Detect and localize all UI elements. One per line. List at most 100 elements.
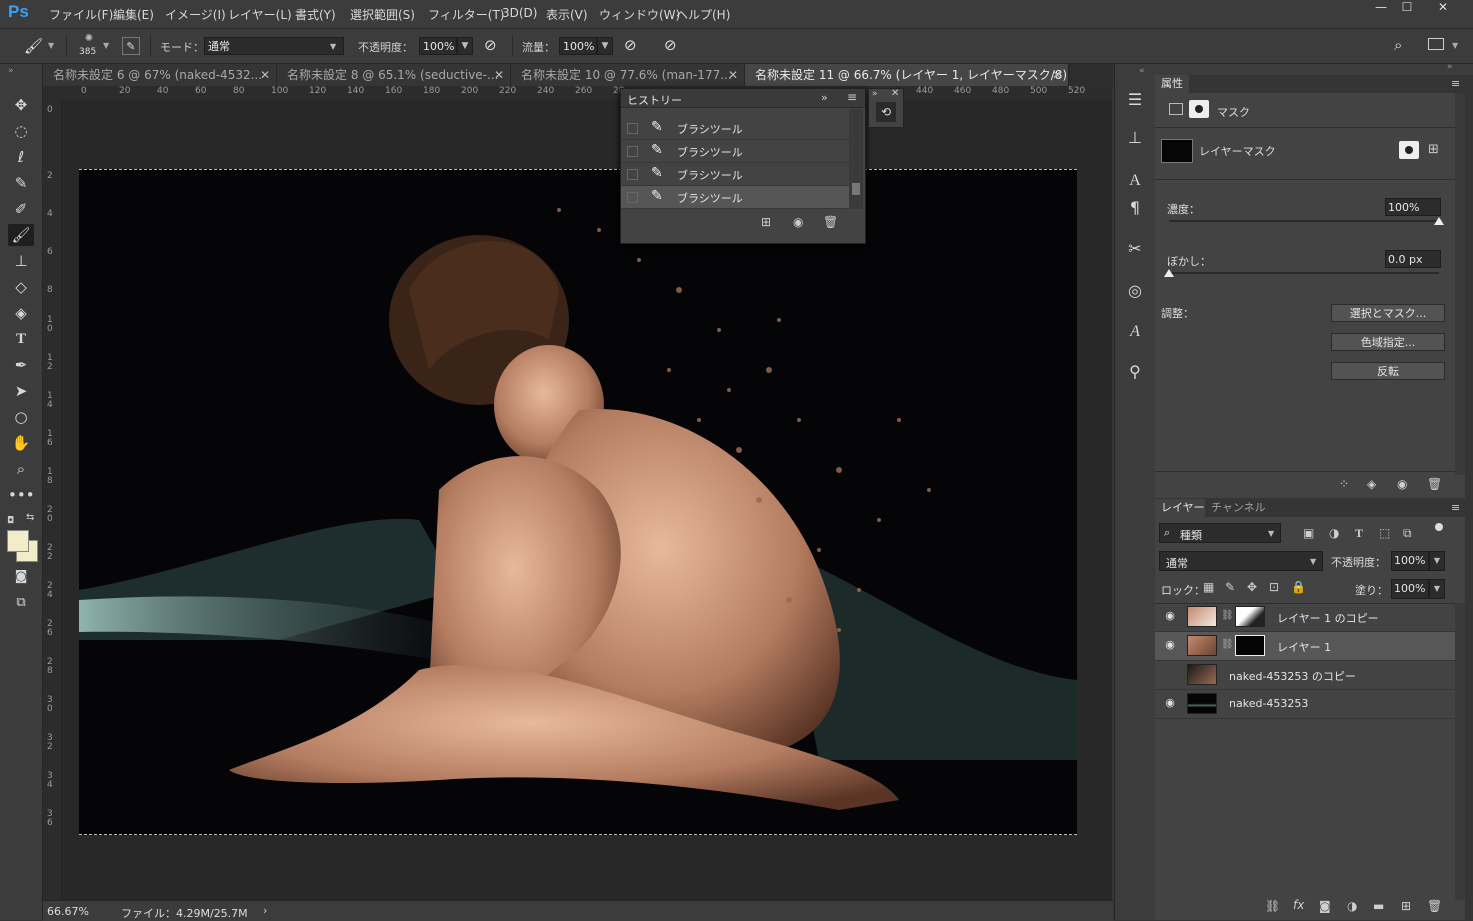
brush-tool-icon[interactable]: 🖌 bbox=[8, 224, 34, 246]
link-icon[interactable]: ⛓ bbox=[1221, 639, 1234, 650]
apply-mask-icon[interactable]: ◈ bbox=[1367, 477, 1376, 491]
filter-toggle-icon[interactable] bbox=[1435, 523, 1443, 531]
collapse-icon[interactable]: » bbox=[8, 66, 14, 76]
tab-doc-8[interactable]: 名称未設定 8 @ 65.1% (seductive-... ✕ bbox=[277, 64, 511, 86]
glyphs-icon[interactable]: A bbox=[1123, 320, 1147, 344]
close-icon[interactable]: ✕ bbox=[728, 64, 738, 86]
vector-mask-add-icon[interactable]: ⊞ bbox=[1428, 142, 1439, 157]
layer-mask-toggle-icon[interactable] bbox=[1189, 100, 1209, 118]
filter-adjustment-icon[interactable]: ◑ bbox=[1329, 526, 1339, 540]
layer-filter-select[interactable]: ⌕ 種類 ▼ bbox=[1159, 523, 1281, 543]
panel-menu-icon[interactable]: ≡ bbox=[847, 90, 857, 104]
pixel-mask-icon[interactable] bbox=[1169, 103, 1183, 115]
layer-row[interactable]: naked-453253 のコピー bbox=[1155, 661, 1455, 690]
pressure-opacity-icon[interactable]: ⊘ bbox=[484, 36, 497, 54]
opacity-dropdown[interactable]: ▼ bbox=[457, 37, 473, 55]
tab-doc-10[interactable]: 名称未設定 10 @ 77.6% (man-177... ✕ bbox=[511, 64, 745, 86]
snapshot-checkbox[interactable] bbox=[627, 146, 638, 157]
tab-properties[interactable]: 属性 bbox=[1155, 75, 1189, 93]
visibility-eye-icon[interactable]: ◉ bbox=[1163, 609, 1177, 623]
load-selection-icon[interactable]: ⁘ bbox=[1339, 477, 1349, 491]
brush-preset-dropdown-icon[interactable]: ▼ bbox=[103, 41, 109, 50]
trash-icon[interactable]: 🗑 bbox=[1427, 477, 1442, 491]
path-select-tool-icon[interactable]: ➤ bbox=[8, 380, 34, 402]
swap-colors-icon[interactable]: ⇆ bbox=[26, 512, 34, 523]
folder-icon[interactable]: ▬ bbox=[1373, 899, 1384, 913]
visibility-eye-icon[interactable]: ◉ bbox=[1163, 696, 1177, 710]
history-scrollbar[interactable] bbox=[849, 109, 863, 209]
link-layers-icon[interactable]: ⛓ bbox=[1265, 899, 1280, 913]
density-slider-thumb[interactable] bbox=[1434, 217, 1444, 225]
feather-field[interactable]: 0.0 px bbox=[1385, 250, 1441, 268]
close-icon[interactable]: ✕ bbox=[1052, 64, 1062, 86]
chevron-down-icon[interactable]: ▼ bbox=[48, 41, 54, 50]
menu-window[interactable]: ウィンドウ(W) bbox=[599, 6, 680, 23]
eraser-tool-icon[interactable]: ◇ bbox=[8, 276, 34, 298]
layer-opacity-dropdown[interactable]: ▼ bbox=[1429, 551, 1445, 571]
flow-dropdown[interactable]: ▼ bbox=[597, 37, 613, 55]
layer-mask-apply-icon[interactable] bbox=[1399, 141, 1419, 159]
panel-menu-icon[interactable]: ≡ bbox=[1451, 77, 1460, 90]
mode-select[interactable]: 通常 bbox=[204, 37, 344, 55]
menu-filter[interactable]: フィルター(T) bbox=[428, 6, 504, 23]
visibility-eye-icon[interactable]: ◉ bbox=[1397, 477, 1407, 491]
collapse-icon[interactable]: » bbox=[821, 91, 828, 104]
eyedropper-tool-icon[interactable]: ✐ bbox=[8, 198, 34, 220]
lasso-tool-icon[interactable]: ℓ bbox=[8, 146, 34, 168]
more-tools-icon[interactable]: ••• bbox=[8, 484, 35, 506]
mask-thumbnail[interactable] bbox=[1235, 635, 1265, 656]
brush-panel-toggle-icon[interactable]: ✎ bbox=[122, 37, 140, 55]
character-icon[interactable]: A bbox=[1123, 169, 1147, 193]
stamp-tool-icon[interactable]: ⊥ bbox=[8, 250, 34, 272]
flow-field[interactable]: 100% bbox=[559, 37, 597, 55]
chevron-right-icon[interactable]: › bbox=[263, 904, 267, 917]
vertical-ruler[interactable]: 0 2 4 6 8 1 0 1 2 1 4 1 6 1 8 2 0 2 2 2 … bbox=[43, 100, 62, 900]
collapse-icon[interactable]: « bbox=[1139, 66, 1145, 76]
fill-field[interactable]: 100% bbox=[1391, 579, 1429, 599]
close-icon[interactable]: ✕ bbox=[494, 64, 504, 86]
feather-slider-thumb[interactable] bbox=[1164, 269, 1174, 277]
snapshot-checkbox[interactable] bbox=[627, 192, 638, 203]
filter-shape-icon[interactable]: ⬚ bbox=[1379, 526, 1390, 540]
feather-slider[interactable] bbox=[1164, 269, 1439, 277]
camera-icon[interactable]: ◉ bbox=[793, 215, 803, 229]
screen-mode-icon[interactable]: ⧉ bbox=[8, 592, 34, 614]
properties-scrollbar[interactable] bbox=[1455, 93, 1465, 475]
layer-row[interactable]: ◉ naked-453253 bbox=[1155, 690, 1455, 719]
collapse-icon[interactable]: » bbox=[1447, 62, 1453, 72]
mask-thumbnail[interactable] bbox=[1235, 606, 1265, 627]
select-and-mask-button[interactable]: 選択とマスク... bbox=[1331, 304, 1445, 322]
paragraph-icon[interactable]: ¶ bbox=[1123, 196, 1147, 220]
fx-icon[interactable]: fx bbox=[1293, 898, 1304, 912]
menu-layer[interactable]: レイヤー(L) bbox=[228, 6, 292, 23]
history-step[interactable]: ✎ ブラシツール bbox=[621, 140, 849, 163]
maximize-button[interactable]: ☐ bbox=[1392, 0, 1422, 16]
tab-channels[interactable]: チャンネル bbox=[1205, 499, 1272, 517]
density-slider[interactable] bbox=[1169, 217, 1444, 225]
adjustments-icon[interactable]: ☰ bbox=[1123, 88, 1147, 112]
history-step[interactable]: ✎ ブラシツール bbox=[621, 163, 849, 186]
close-window-button[interactable]: ✕ bbox=[1428, 0, 1458, 16]
document-canvas[interactable] bbox=[79, 169, 1077, 835]
quick-mask-icon[interactable]: ◙ bbox=[8, 566, 34, 588]
new-document-icon[interactable]: ⊞ bbox=[761, 215, 771, 229]
libraries-icon[interactable]: ◎ bbox=[1123, 279, 1147, 303]
menu-image[interactable]: イメージ(I) bbox=[165, 6, 226, 23]
quick-select-tool-icon[interactable]: ✎ bbox=[8, 172, 34, 194]
lock-transparent-icon[interactable]: ▦ bbox=[1203, 580, 1214, 594]
paint-bucket-tool-icon[interactable]: ◈ bbox=[8, 302, 34, 324]
airbrush-icon[interactable]: ⊘ bbox=[624, 36, 637, 54]
tab-layers[interactable]: レイヤー bbox=[1155, 499, 1211, 517]
hand-tool-icon[interactable]: ✋ bbox=[8, 432, 34, 454]
blend-mode-select[interactable]: 通常 ▼ bbox=[1159, 551, 1323, 571]
new-layer-icon[interactable]: ⊞ bbox=[1401, 899, 1411, 913]
layer-opacity-field[interactable]: 100% bbox=[1391, 551, 1429, 571]
add-mask-icon[interactable]: ◙ bbox=[1319, 899, 1331, 913]
brush-settings-icon[interactable]: ⚲ bbox=[1123, 360, 1147, 384]
workspace-icon[interactable] bbox=[1428, 38, 1444, 50]
density-field[interactable]: 100% bbox=[1385, 198, 1441, 216]
expand-icon[interactable]: » bbox=[872, 89, 878, 99]
type-tool-icon[interactable]: T bbox=[8, 328, 34, 350]
menu-view[interactable]: 表示(V) bbox=[546, 6, 588, 23]
filter-type-icon[interactable]: T bbox=[1355, 526, 1363, 541]
